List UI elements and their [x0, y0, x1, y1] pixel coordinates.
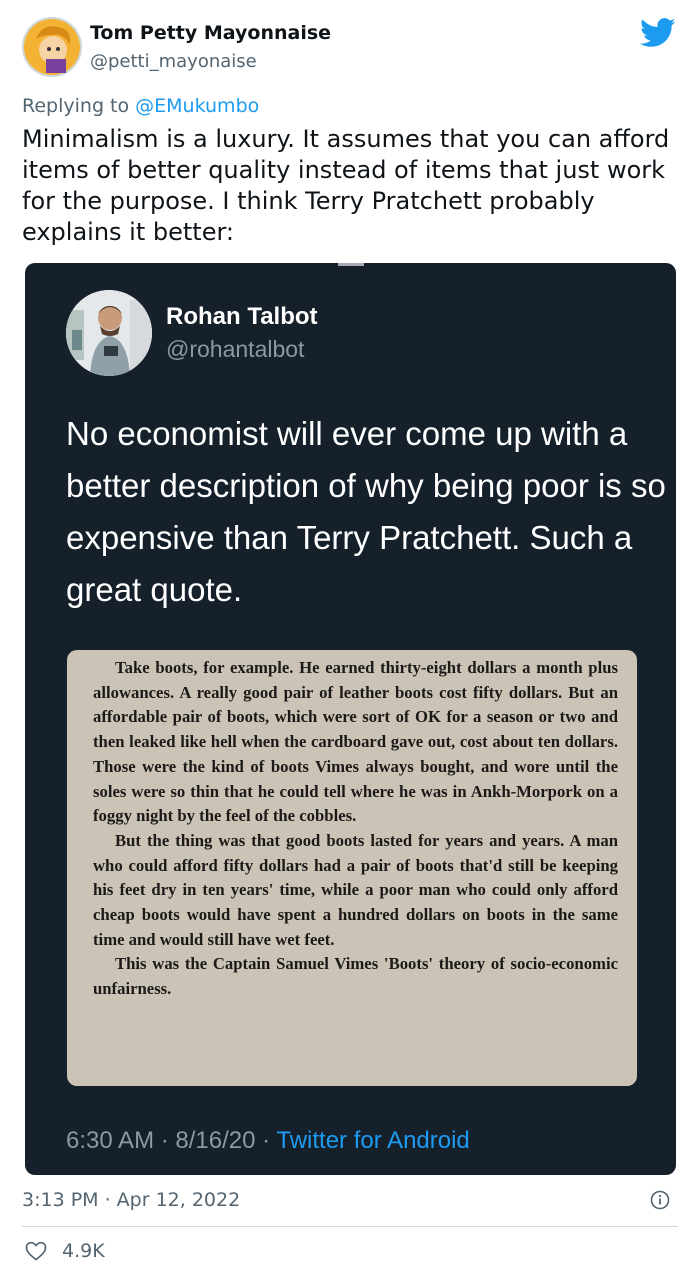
- embedded-source: Twitter for Android: [276, 1127, 470, 1154]
- image-notch: [338, 263, 364, 266]
- info-icon[interactable]: [650, 1190, 670, 1210]
- embedded-tweet-meta: 6:30 AM · 8/16/20 · Twitter for Android: [66, 1127, 470, 1155]
- author-handle[interactable]: @petti_mayonaise: [90, 51, 257, 72]
- book-paragraph-2: But the thing was that good boots lasted…: [93, 830, 618, 949]
- replying-prefix: Replying to: [22, 95, 136, 117]
- twitter-bird-icon: [640, 18, 676, 48]
- tweet-text: Minimalism is a luxury. It assumes that …: [22, 125, 670, 246]
- book-page-text: Take boots, for example. He earned thirt…: [93, 656, 618, 1002]
- embedded-time: 6:30 AM · 8/16/20 ·: [66, 1127, 277, 1154]
- embedded-tweet-text: No economist will ever come up with a be…: [66, 415, 666, 608]
- author-name[interactable]: Tom Petty Mayonnaise: [90, 22, 331, 44]
- embedded-author-avatar: [66, 290, 152, 376]
- replying-to-link[interactable]: @EMukumbo: [135, 95, 259, 117]
- author-avatar[interactable]: [22, 17, 82, 77]
- replying-to: Replying to @EMukumbo: [22, 95, 259, 117]
- heart-icon[interactable]: [25, 1241, 47, 1261]
- book-paragraph-1: Take boots, for example. He earned thirt…: [93, 658, 618, 826]
- divider: [22, 1226, 678, 1227]
- embedded-author-name: Rohan Talbot: [166, 303, 318, 330]
- tweet-timestamp[interactable]: 3:13 PM · Apr 12, 2022: [22, 1189, 240, 1211]
- embedded-author-handle: @rohantalbot: [166, 336, 305, 362]
- book-paragraph-3: This was the Captain Samuel Vimes 'Boots…: [93, 954, 618, 999]
- like-count: 4.9K: [62, 1240, 105, 1262]
